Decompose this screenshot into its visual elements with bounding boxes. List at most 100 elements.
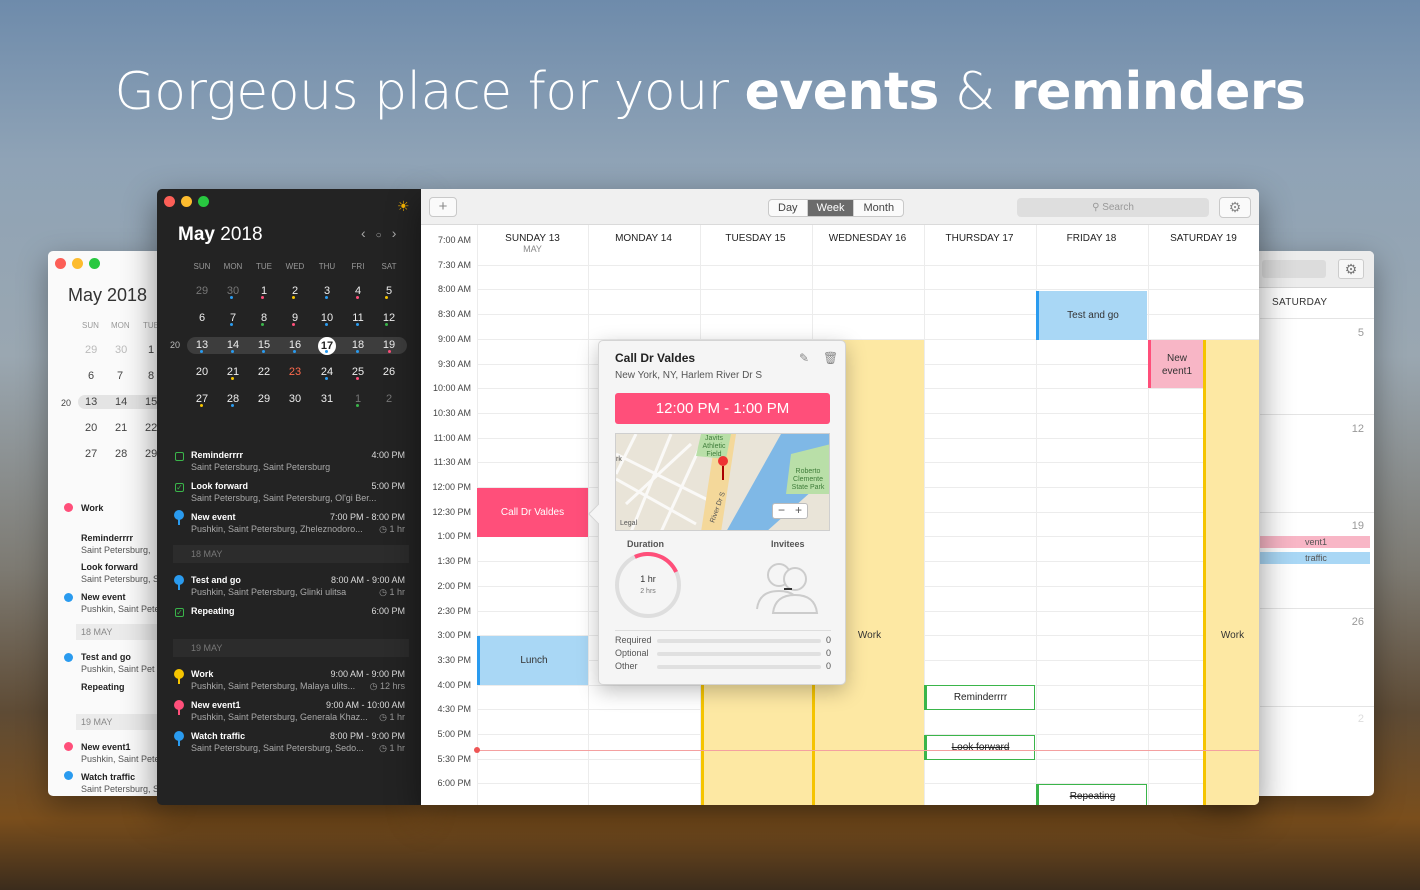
month-nav[interactable]: ‹○› [361,225,406,241]
tab-day[interactable]: Day [769,200,808,216]
close-button[interactable] [164,196,175,207]
event-lunch[interactable]: Lunch [477,636,588,685]
day-header[interactable]: MONDAY 14 [588,233,699,244]
gear-icon[interactable]: ⚙ [1338,259,1364,279]
event-marker-dot [356,323,359,326]
agenda-item[interactable]: New event 7:00 PM - 8:00 PM Pushkin, Saint… [191,511,405,535]
agenda-item[interactable]: Reminderrrr 4:00 PM Saint Petersburg, Sain… [191,449,405,473]
time-label: 7:00 AM [437,235,471,245]
day-header[interactable]: TUESDAY 15 [700,233,811,244]
mini-calendar-day[interactable]: 2 [280,285,310,297]
agenda-item[interactable]: Watch traffic 8:00 PM - 9:00 PM Saint Pete… [191,730,405,754]
mini-calendar-day[interactable]: 6 [187,312,217,324]
mini-calendar-day[interactable]: 23 [280,366,310,378]
event-work[interactable]: Work [1203,340,1259,805]
time-label: 3:30 PM [437,654,471,665]
reminder-event[interactable]: Look forward [924,735,1035,760]
mini-calendar-day[interactable]: 20 [187,366,217,378]
agenda-item[interactable]: Test and go 8:00 AM - 9:00 AM Pushkin, Sai… [191,574,405,598]
month-title: May 2018 [178,224,263,245]
time-label: 8:00 AM [437,284,471,295]
time-label: 5:30 PM [437,753,471,764]
event-chip[interactable]: traffic [1260,552,1370,564]
mini-calendar-day[interactable]: 29 [187,285,217,297]
week-view-window: + Day Week Month ⚲ Search ⚙ 7:00 AM 7:30 … [421,189,1259,805]
chevron-right-icon[interactable]: › [392,225,407,241]
day-header[interactable]: THURSDAY 17 [924,233,1035,244]
close-button[interactable] [55,258,66,269]
mini-calendar-day[interactable]: 1 [249,285,279,297]
mini-calendar-day[interactable]: 2 [374,393,404,405]
mini-calendar-day[interactable]: 9 [280,312,310,324]
today-dot-icon[interactable]: ○ [376,230,392,241]
tab-week[interactable]: Week [807,200,855,216]
plus-icon[interactable]: + [790,504,807,517]
trash-icon[interactable]: 🗑 [823,351,838,365]
time-label: 4:30 PM [437,704,471,715]
duration-label: Duration [627,539,664,549]
add-event-button[interactable]: + [429,197,457,217]
event-chip[interactable]: vent1 [1260,536,1370,548]
day-header[interactable]: SATURDAY 19 [1148,233,1259,244]
current-time-line [477,750,1259,751]
reminder-checkbox[interactable]: ✓ [175,483,184,492]
event-marker-dot [325,350,328,353]
reminder-checkbox[interactable] [175,452,184,461]
search-field[interactable] [1262,260,1326,278]
mini-calendar-day[interactable]: 8 [249,312,279,324]
event-test-and-go[interactable]: Test and go [1036,291,1147,340]
time-label: 4:00 PM [437,679,471,690]
mini-calendar-day[interactable]: 12 [374,312,404,324]
mini-calendar-day[interactable]: 7 [218,312,248,324]
minimize-button[interactable] [72,258,83,269]
minimize-button[interactable] [181,196,192,207]
agenda-item[interactable]: Repeating 6:00 PM [191,605,405,617]
day-header[interactable]: SUNDAY 13 MAY [477,233,588,254]
minus-icon[interactable]: − [773,504,790,517]
mini-calendar-day[interactable]: 29 [249,393,279,405]
event-marker-dot [356,377,359,380]
time-label: 12:30 PM [432,506,471,517]
mini-calendar-day[interactable]: 30 [218,285,248,297]
duration-gauge[interactable]: 1 hr 2 hrs [605,542,691,628]
agenda-item[interactable]: New event1 9:00 AM - 10:00 AM Pushkin, Sai… [191,699,405,723]
time-label: 8:30 AM [437,309,471,320]
mini-calendar-day[interactable]: 26 [374,366,404,378]
day-header[interactable]: WEDNESDAY 16 [812,233,923,244]
sun-icon[interactable]: ☀ [397,198,410,215]
gear-icon[interactable]: ⚙ [1219,197,1251,218]
search-icon: ⚲ [1092,202,1100,213]
event-marker-dot [388,350,391,353]
event-marker-dot [262,350,265,353]
reminder-event[interactable]: Reminderrrr [924,685,1035,710]
zoom-control[interactable]: − + [772,503,808,519]
reminder-checkbox[interactable]: ✓ [175,608,184,617]
zoom-button[interactable] [198,196,209,207]
event-new-event1[interactable]: New event1 [1148,340,1203,388]
search-input[interactable]: ⚲ Search [1017,198,1209,217]
time-range[interactable]: 12:00 PM - 1:00 PM [615,393,830,424]
time-label: 6:00 PM [437,778,471,789]
event-marker-dot [356,350,359,353]
agenda-item[interactable]: Look forward 5:00 PM Saint Petersburg, Sai… [191,480,405,504]
time-label: 1:00 PM [437,531,471,542]
event-marker-dot [231,350,234,353]
event-marker-dot [231,404,234,407]
tab-month[interactable]: Month [854,200,903,216]
location-map[interactable]: Javits Athletic Field Roberto Clemente S… [615,433,830,531]
day-header[interactable]: FRIDAY 18 [1036,233,1147,244]
time-label: 12:00 PM [432,482,471,492]
mini-calendar-day[interactable]: 30 [280,393,310,405]
mini-calendar-day[interactable]: 31 [312,393,342,405]
invitees-icon[interactable] [749,553,829,619]
mini-calendar-day[interactable]: 5 [374,285,404,297]
event-call-dr-valdes[interactable]: Call Dr Valdes [477,488,588,537]
pencil-icon[interactable]: ✎ [799,351,809,365]
zoom-button[interactable] [89,258,100,269]
mini-calendar-day[interactable]: 22 [249,366,279,378]
event-work-tue[interactable] [701,685,812,805]
chevron-left-icon[interactable]: ‹ [361,225,376,241]
event-marker-dot [292,323,295,326]
reminder-event[interactable]: Repeating [1036,784,1147,805]
agenda-item[interactable]: Work 9:00 AM - 9:00 PM Pushkin, Saint Pete… [191,668,405,692]
